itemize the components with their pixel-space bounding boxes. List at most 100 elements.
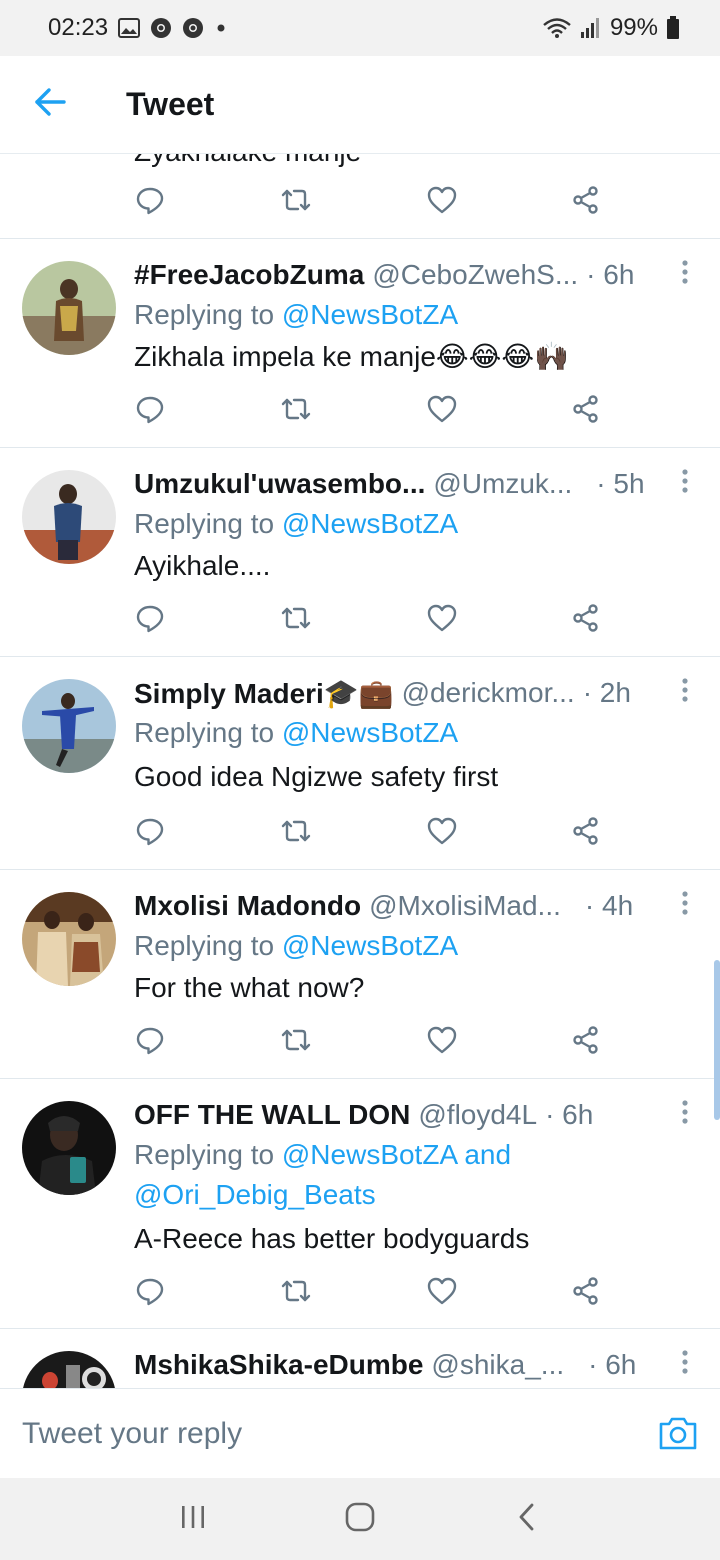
more-options-button[interactable] (670, 1347, 700, 1383)
chrome-icon (150, 17, 172, 39)
user-name[interactable]: OFF THE WALL DON (134, 1099, 410, 1131)
tweet-card[interactable]: #FreeJacobZuma @CeboZwehS... · 6h Replyi… (0, 239, 720, 448)
tweet-text: Zikhala impela ke manje😂😂😂🙌🏿 (134, 341, 569, 372)
user-name[interactable]: Simply Maderi🎓💼 (134, 677, 394, 710)
tweet-time: · 5h (596, 468, 645, 499)
reply-button[interactable] (132, 1024, 168, 1060)
reply-button[interactable] (132, 815, 168, 851)
retweet-button[interactable] (278, 393, 314, 429)
tweet-card[interactable]: Simply Maderi🎓💼 @derickmor... · 2h Reply… (0, 657, 720, 870)
tweet-card[interactable]: MshikaShika-eDumbe @shika_... · 6h (0, 1329, 720, 1388)
app-header: Tweet (0, 56, 720, 154)
retweet-button[interactable] (278, 184, 314, 220)
share-icon (571, 185, 601, 220)
user-name[interactable]: #FreeJacobZuma (134, 259, 364, 291)
battery-icon (666, 16, 680, 40)
mention-link[interactable]: @NewsBotZA (282, 1139, 457, 1170)
user-handle[interactable]: @CeboZwehS... (372, 259, 578, 291)
user-handle[interactable]: @Umzuk... (433, 468, 572, 500)
share-icon (571, 1025, 601, 1060)
tweet-actions (134, 184, 614, 224)
reply-button[interactable] (132, 184, 168, 220)
avatar[interactable] (22, 679, 116, 773)
avatar[interactable] (22, 261, 116, 355)
like-button[interactable] (424, 815, 460, 851)
status-left: 02:23 (48, 14, 228, 42)
more-vertical-icon (681, 1349, 689, 1382)
tweet-card[interactable]: Umzukul'uwasembo... @Umzuk... · 5h Reply… (0, 448, 720, 657)
mention-link[interactable]: @Ori_Debig_Beats (134, 1179, 376, 1210)
share-button[interactable] (568, 393, 604, 429)
like-button[interactable] (424, 602, 460, 638)
tweet-actions (134, 1024, 614, 1064)
share-button[interactable] (568, 602, 604, 638)
reply-icon (135, 394, 165, 429)
more-options-button[interactable] (670, 466, 700, 502)
user-handle[interactable]: @derickmor... (402, 677, 575, 709)
more-options-button[interactable] (670, 1097, 700, 1133)
recent-apps-button[interactable] (163, 1489, 223, 1549)
mention-link[interactable]: @NewsBotZA (282, 299, 458, 330)
system-back-button[interactable] (497, 1489, 557, 1549)
retweet-icon (280, 817, 312, 850)
user-handle[interactable]: @MxolisiMad... (369, 890, 561, 922)
reply-button[interactable] (132, 602, 168, 638)
share-button[interactable] (568, 184, 604, 220)
tweet-actions (134, 815, 614, 855)
avatar[interactable] (22, 892, 116, 986)
tweet-card[interactable]: OFF THE WALL DON @floyd4L · 6h Replying … (0, 1079, 720, 1329)
scrollbar[interactable] (714, 960, 720, 1120)
status-bar: 02:23 99% (0, 0, 720, 56)
share-button[interactable] (568, 815, 604, 851)
tweet-time: · 6h (545, 1099, 594, 1130)
like-button[interactable] (424, 184, 460, 220)
tweet-header: Umzukul'uwasembo... @Umzuk... · 5h (134, 466, 700, 502)
reply-button[interactable] (132, 393, 168, 429)
user-handle[interactable]: @floyd4L (418, 1099, 537, 1131)
reply-icon (135, 603, 165, 638)
tweet-actions (134, 1275, 614, 1315)
like-button[interactable] (424, 393, 460, 429)
home-button[interactable] (330, 1489, 390, 1549)
retweet-icon (280, 604, 312, 637)
tweet-text: A-Reece has better bodyguards (134, 1223, 530, 1254)
user-handle[interactable]: @shika_... (431, 1349, 564, 1381)
like-button[interactable] (424, 1275, 460, 1311)
retweet-button[interactable] (278, 1275, 314, 1311)
share-button[interactable] (568, 1024, 604, 1060)
reply-button[interactable] (132, 1275, 168, 1311)
status-time: 02:23 (48, 14, 109, 41)
tweet-card[interactable]: Mxolisi Madondo @MxolisiMad... · 4h Repl… (0, 870, 720, 1079)
mention-link[interactable]: @NewsBotZA (282, 508, 458, 539)
reply-input[interactable] (22, 1416, 602, 1451)
status-right: 99% (542, 14, 680, 42)
user-name[interactable]: Mxolisi Madondo (134, 890, 361, 922)
more-options-button[interactable] (670, 888, 700, 924)
back-button[interactable] (0, 56, 100, 154)
avatar[interactable] (22, 470, 116, 564)
retweet-button[interactable] (278, 815, 314, 851)
retweet-button[interactable] (278, 1024, 314, 1060)
wifi-icon (542, 17, 572, 39)
signal-icon (580, 17, 602, 39)
user-name[interactable]: Umzukul'uwasembo... (134, 468, 425, 500)
avatar[interactable] (22, 1351, 116, 1388)
more-vertical-icon (681, 259, 689, 292)
heart-icon (427, 395, 457, 428)
partial-tweet[interactable]: Zyakhalake manje (0, 154, 720, 239)
avatar[interactable] (22, 1101, 116, 1195)
mention-link[interactable]: @NewsBotZA (282, 717, 458, 748)
user-name[interactable]: MshikaShika-eDumbe (134, 1349, 423, 1381)
more-options-button[interactable] (670, 257, 700, 293)
retweet-button[interactable] (278, 602, 314, 638)
replying-prefix: Replying to (134, 1139, 282, 1170)
more-options-button[interactable] (670, 675, 700, 711)
reply-feed[interactable]: Zyakhalake manje (0, 154, 720, 1388)
mention-link[interactable]: @NewsBotZA (282, 930, 458, 961)
back-icon (517, 1502, 537, 1537)
like-button[interactable] (424, 1024, 460, 1060)
more-vertical-icon (681, 468, 689, 501)
share-button[interactable] (568, 1275, 604, 1311)
mention-joiner: and (464, 1139, 512, 1170)
camera-button[interactable] (658, 1415, 698, 1453)
